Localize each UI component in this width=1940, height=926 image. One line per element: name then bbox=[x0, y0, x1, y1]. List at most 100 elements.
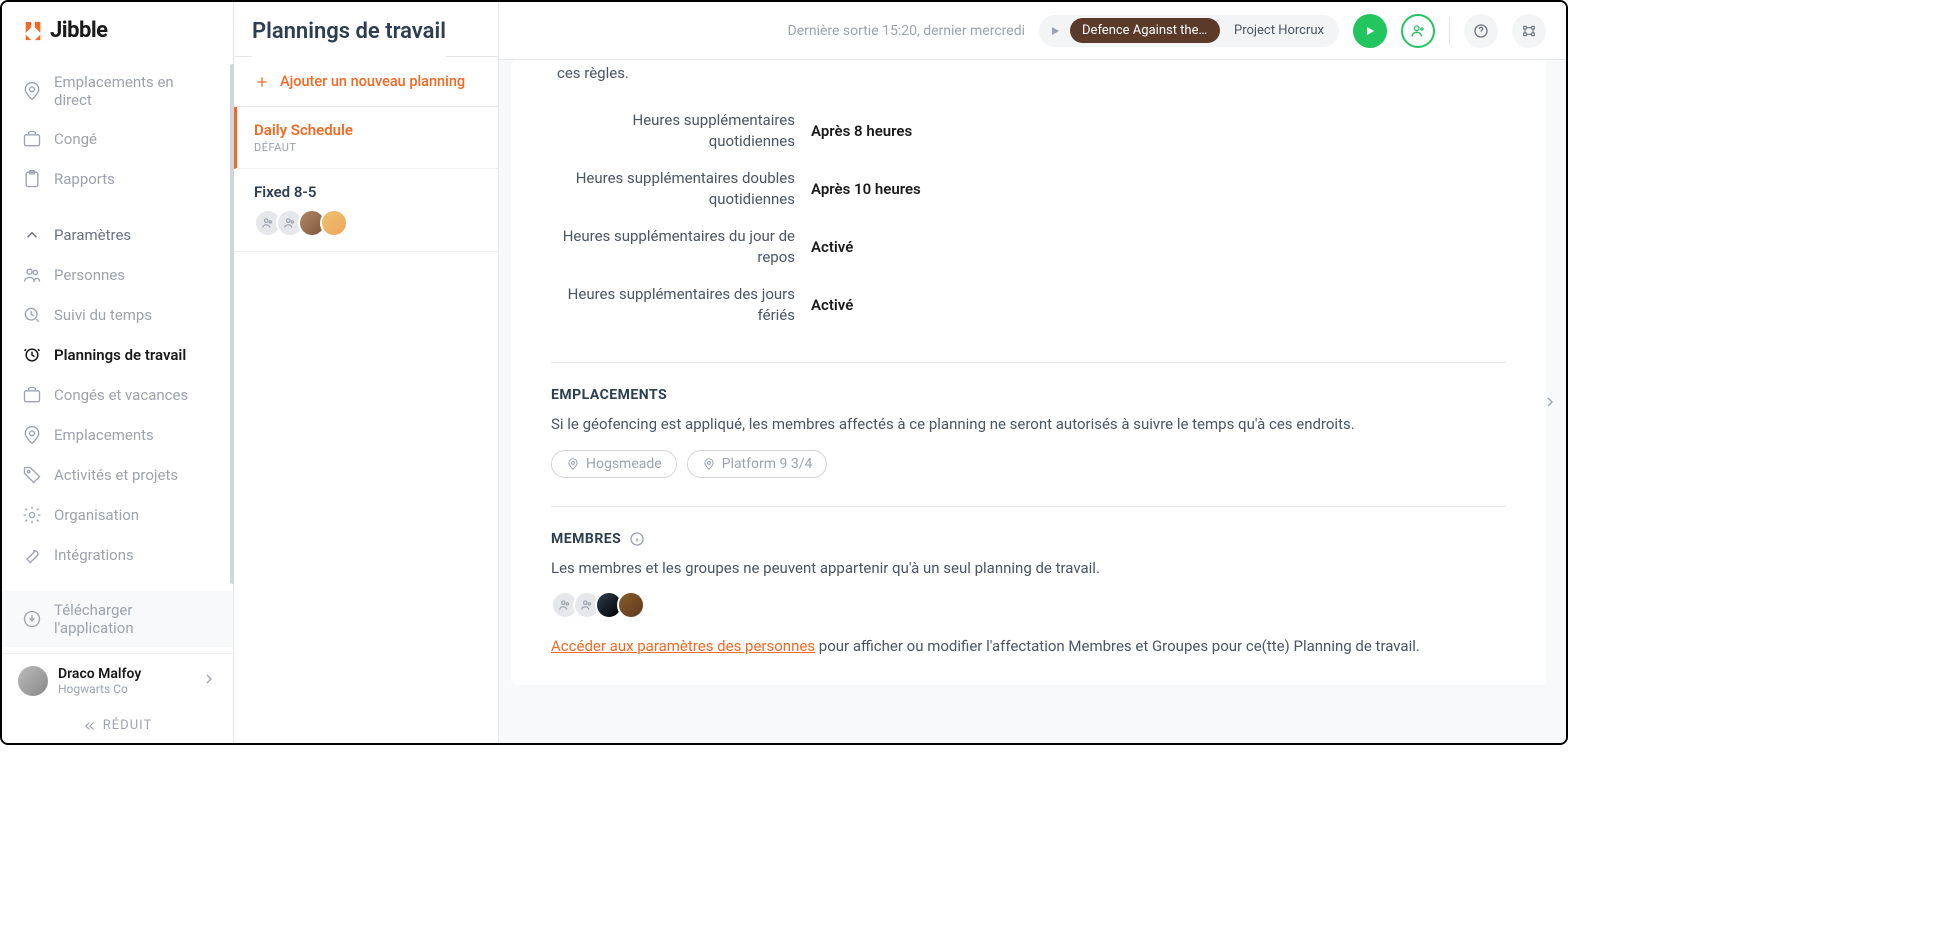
info-icon[interactable] bbox=[629, 531, 645, 547]
sidebar: Jibble Emplacements en direct Congé Rapp… bbox=[2, 2, 234, 743]
members-section-desc: Les membres et les groupes ne peuvent ap… bbox=[551, 557, 1506, 580]
location-tag-label: Platform 9 3/4 bbox=[722, 456, 813, 472]
nav-activities[interactable]: Activités et projets bbox=[2, 455, 233, 495]
nav-time-tracking[interactable]: Suivi du temps bbox=[2, 295, 233, 335]
schedule-name: Fixed 8-5 bbox=[254, 183, 478, 201]
location-tag[interactable]: Platform 9 3/4 bbox=[687, 450, 828, 478]
clipboard-icon bbox=[22, 169, 42, 189]
avatar bbox=[617, 591, 645, 619]
row-value: Après 10 heures bbox=[811, 180, 921, 198]
nav-organisation[interactable]: Organisation bbox=[2, 495, 233, 535]
user-menu[interactable]: Draco Malfoy Hogwarts Co bbox=[2, 653, 233, 708]
page-title: Plannings de travail bbox=[252, 19, 446, 44]
nav-integrations[interactable]: Intégrations bbox=[2, 535, 233, 575]
intro-text-tail: ces règles. bbox=[551, 60, 1506, 82]
settings-button[interactable] bbox=[1512, 14, 1546, 48]
nav-people[interactable]: Personnes bbox=[2, 255, 233, 295]
row-label: Heures supplémentaires quotidiennes bbox=[557, 110, 795, 152]
help-button[interactable] bbox=[1464, 14, 1498, 48]
nav-leave-holidays[interactable]: Congés et vacances bbox=[2, 375, 233, 415]
overtime-row: Heures supplémentaires des jours fériés … bbox=[557, 276, 1506, 334]
add-schedule-button[interactable]: Ajouter un nouveau planning bbox=[234, 56, 498, 107]
members-link-tail: pour afficher ou modifier l'affectation … bbox=[815, 637, 1420, 655]
nav-label: Congé bbox=[54, 130, 97, 148]
project-pill[interactable]: Project Horcrux bbox=[1222, 18, 1336, 43]
nav-settings-header[interactable]: Paramètres bbox=[2, 215, 233, 255]
chevron-right-icon bbox=[1542, 394, 1558, 410]
collapse-sidebar-button[interactable]: RÉDUIT bbox=[2, 708, 233, 743]
nav-label: Congés et vacances bbox=[54, 386, 188, 404]
pin-icon bbox=[702, 457, 716, 471]
logo-icon bbox=[22, 20, 44, 42]
user-name: Draco Malfoy bbox=[58, 666, 191, 682]
members-avatar-stack bbox=[551, 591, 1506, 619]
overtime-row: Heures supplémentaires doubles quotidien… bbox=[557, 160, 1506, 218]
activity-pill[interactable]: Defence Against the Da... bbox=[1070, 18, 1220, 43]
overtime-row: Heures supplémentaires quotidiennes Aprè… bbox=[557, 102, 1506, 160]
members-title-text: MEMBRES bbox=[551, 531, 621, 547]
tag-icon bbox=[22, 465, 42, 485]
schedule-item-fixed[interactable]: Fixed 8-5 bbox=[234, 169, 498, 252]
download-icon bbox=[22, 609, 42, 629]
avatar bbox=[18, 666, 48, 696]
pin-icon bbox=[22, 425, 42, 445]
schedule-icon bbox=[22, 345, 42, 365]
chevron-double-left-icon bbox=[83, 719, 97, 733]
nav-label: Organisation bbox=[54, 506, 139, 524]
user-org: Hogwarts Co bbox=[58, 682, 191, 696]
nav-label: Emplacements en direct bbox=[54, 73, 213, 109]
avatar bbox=[320, 209, 348, 237]
expand-panel-button[interactable] bbox=[1540, 382, 1560, 422]
nav-label: Suivi du temps bbox=[54, 306, 152, 324]
locations-section-desc: Si le géofencing est appliqué, les membr… bbox=[551, 413, 1506, 436]
nav-label: Plannings de travail bbox=[54, 346, 186, 364]
row-value: Activé bbox=[811, 296, 853, 314]
clock-search-icon bbox=[22, 305, 42, 325]
wrench-icon bbox=[22, 545, 42, 565]
pin-icon bbox=[22, 81, 42, 101]
row-label: Heures supplémentaires du jour de repos bbox=[557, 226, 795, 268]
people-icon bbox=[22, 265, 42, 285]
overtime-settings: Heures supplémentaires quotidiennes Aprè… bbox=[551, 102, 1506, 334]
nav-download-app[interactable]: Télécharger l'application bbox=[2, 591, 233, 647]
nav-label: Télécharger l'application bbox=[54, 601, 213, 637]
main: Plannings de travail Dernière sortie 15:… bbox=[499, 2, 1566, 743]
members-link-row: Accéder aux paramètres des personnes pou… bbox=[551, 637, 1506, 655]
schedule-detail-card: ces règles. Heures supplémentaires quoti… bbox=[511, 60, 1546, 685]
schedule-name: Daily Schedule bbox=[254, 121, 478, 139]
schedule-list-panel: Ajouter un nouveau planning Daily Schedu… bbox=[234, 2, 499, 743]
nav-label: Rapports bbox=[54, 170, 115, 188]
status-text: Dernière sortie 15:20, dernier mercredi bbox=[788, 23, 1026, 39]
logo[interactable]: Jibble bbox=[2, 2, 233, 59]
user-info: Draco Malfoy Hogwarts Co bbox=[58, 666, 191, 696]
people-settings-link[interactable]: Accéder aux paramètres des personnes bbox=[551, 637, 815, 655]
activity-pill-group: Defence Against the Da... Project Horcru… bbox=[1039, 15, 1339, 47]
nav-locations[interactable]: Emplacements bbox=[2, 415, 233, 455]
nav-leave[interactable]: Congé bbox=[2, 119, 233, 159]
locations-section-title: EMPLACEMENTS bbox=[551, 387, 1506, 403]
chevron-up-icon bbox=[22, 225, 42, 245]
nav-label: Activités et projets bbox=[54, 466, 178, 484]
location-tags: Hogsmeade Platform 9 3/4 bbox=[551, 450, 1506, 478]
schedule-item-daily[interactable]: Daily Schedule DÉFAUT bbox=[234, 107, 498, 169]
briefcase-icon bbox=[22, 129, 42, 149]
row-value: Après 8 heures bbox=[811, 122, 912, 140]
row-value: Activé bbox=[811, 238, 853, 256]
nav-work-schedules[interactable]: Plannings de travail bbox=[2, 335, 233, 375]
location-tag[interactable]: Hogsmeade bbox=[551, 450, 677, 478]
location-tag-label: Hogsmeade bbox=[586, 456, 662, 472]
schedule-tag: DÉFAUT bbox=[254, 141, 478, 154]
overtime-row: Heures supplémentaires du jour de repos … bbox=[557, 218, 1506, 276]
clock-in-button[interactable] bbox=[1353, 14, 1387, 48]
content: ces règles. Heures supplémentaires quoti… bbox=[499, 60, 1566, 743]
nav-label: Paramètres bbox=[54, 226, 131, 244]
nav-reports[interactable]: Rapports bbox=[2, 159, 233, 199]
logo-text: Jibble bbox=[50, 18, 108, 43]
pin-icon bbox=[566, 457, 580, 471]
add-user-button[interactable] bbox=[1401, 14, 1435, 48]
add-label: Ajouter un nouveau planning bbox=[280, 73, 465, 90]
row-label: Heures supplémentaires des jours fériés bbox=[557, 284, 795, 326]
play-small-button[interactable] bbox=[1042, 18, 1068, 44]
nav-live-locations[interactable]: Emplacements en direct bbox=[2, 63, 233, 119]
briefcase-icon bbox=[22, 385, 42, 405]
